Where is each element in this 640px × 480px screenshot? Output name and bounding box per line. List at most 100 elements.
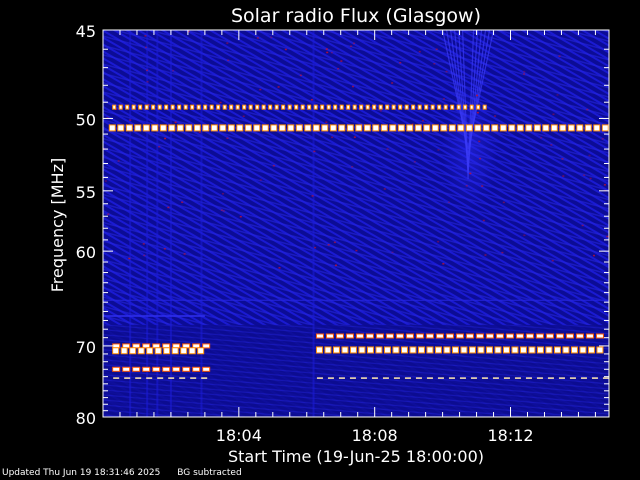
band-dash	[384, 347, 390, 353]
band-dash	[119, 105, 122, 109]
band-dash	[169, 125, 175, 131]
band-dash	[327, 377, 334, 379]
noise-speck	[523, 73, 526, 75]
band-dash	[143, 125, 149, 131]
noise-speck	[413, 161, 416, 163]
noise-speck	[259, 179, 262, 181]
noise-speck	[550, 144, 553, 146]
band-dash	[171, 105, 174, 109]
band-dash	[534, 125, 540, 131]
band-dash	[179, 377, 186, 379]
band-dash	[288, 125, 294, 131]
noise-speck	[561, 158, 564, 160]
noise-speck	[226, 137, 229, 139]
band-dash	[113, 377, 120, 379]
noise-speck	[351, 166, 354, 168]
band-dash	[580, 347, 586, 353]
band-dash	[347, 125, 353, 131]
band-dash	[546, 347, 552, 353]
noise-speck	[437, 149, 440, 151]
noise-speck	[476, 111, 479, 114]
band-dash	[469, 347, 475, 353]
band-dash	[424, 125, 430, 131]
noise-speck	[422, 119, 425, 122]
band-dash	[164, 348, 170, 354]
band-dash	[415, 377, 422, 379]
noise-speck	[370, 106, 373, 108]
band-dash	[476, 334, 483, 338]
band-dash	[591, 377, 598, 379]
band-dash	[448, 377, 455, 379]
y-tick-label: 45	[76, 22, 96, 41]
noise-speck	[581, 224, 584, 227]
band-dash	[230, 105, 233, 109]
background-note: BG subtracted	[177, 468, 242, 478]
band-dash	[470, 377, 477, 379]
noise-speck	[142, 243, 145, 245]
band-dash	[143, 344, 150, 348]
plot-area	[103, 29, 609, 417]
band-dash	[427, 347, 433, 353]
band-dash	[249, 105, 252, 109]
band-dash	[563, 347, 569, 353]
band-dash	[181, 348, 187, 354]
noise-speck	[163, 248, 166, 250]
band-dash	[449, 125, 455, 131]
band-dash	[390, 125, 396, 131]
band-dash	[478, 347, 484, 353]
noise-speck	[353, 136, 356, 138]
band-dash	[295, 105, 298, 109]
band-dash	[597, 347, 603, 353]
noise-speck	[181, 201, 184, 203]
band-dash	[186, 125, 192, 131]
band-dash	[486, 334, 493, 338]
band-dash	[526, 334, 533, 338]
band-dash	[410, 347, 416, 353]
y-tick-label: 50	[76, 110, 96, 129]
band-dash	[245, 125, 251, 131]
band-dash	[366, 334, 373, 338]
band-dash	[123, 344, 130, 348]
band-dash	[223, 105, 226, 109]
band-dash	[466, 125, 472, 131]
noise-speck	[144, 35, 147, 37]
band-dash	[500, 125, 506, 131]
noise-speck	[333, 241, 336, 244]
band-dash	[347, 105, 350, 109]
noise-speck	[128, 257, 131, 260]
band-dash	[431, 105, 434, 109]
band-dash	[371, 377, 378, 379]
band-dash	[211, 125, 217, 131]
band-dash	[210, 105, 213, 109]
band-dash	[576, 334, 583, 338]
band-dash	[392, 105, 395, 109]
band-dash	[381, 125, 387, 131]
band-dash	[566, 334, 573, 338]
band-dash	[461, 347, 467, 353]
updated-timestamp: Updated Thu Jun 19 18:31:46 2025	[2, 468, 161, 478]
band-dash	[568, 125, 574, 131]
noise-speck	[129, 119, 132, 122]
noise-speck	[220, 209, 223, 211]
band-dash	[404, 377, 411, 379]
band-dash	[342, 347, 348, 353]
noise-speck	[226, 42, 229, 44]
band-dash	[321, 105, 324, 109]
noise-speck	[478, 140, 481, 143]
noise-speck	[476, 94, 479, 97]
band-dash	[109, 125, 115, 131]
band-dash	[340, 105, 343, 109]
noise-speck	[256, 37, 259, 39]
band-dash	[118, 125, 124, 131]
band-dash	[396, 334, 403, 338]
band-dash	[135, 377, 142, 379]
band-dash	[393, 347, 399, 353]
noise-speck	[445, 70, 448, 73]
band-dash	[547, 377, 554, 379]
band-dash	[305, 125, 311, 131]
band-dash	[282, 105, 285, 109]
band-dash	[492, 377, 499, 379]
band-dash	[359, 347, 365, 353]
noise-speck	[588, 154, 591, 157]
band-dash	[492, 125, 498, 131]
